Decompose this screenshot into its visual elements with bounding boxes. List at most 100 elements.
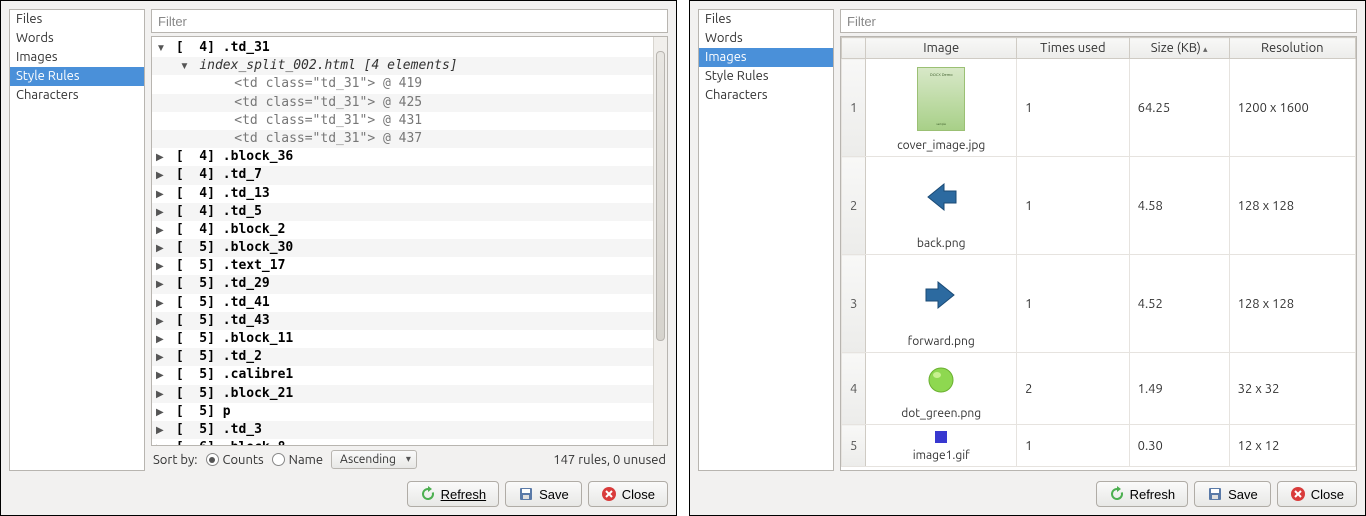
- tree-row[interactable]: ▶ [ 4] .block_36: [152, 148, 667, 166]
- table-row[interactable]: 5 image1.gif 10.3012 x 12: [842, 425, 1356, 467]
- rules-status: 147 rules, 0 unused: [553, 453, 666, 467]
- tree-row[interactable]: <td class="td_31"> @ 419: [152, 75, 667, 93]
- tree-row[interactable]: ▶ [ 5] .text_17: [152, 257, 667, 275]
- sidebar-item-files[interactable]: Files: [699, 10, 833, 29]
- tree-row[interactable]: ▼ index_split_002.html [4 elements]: [152, 57, 667, 75]
- close-button[interactable]: Close: [1277, 481, 1357, 507]
- cell-size: 0.30: [1129, 425, 1229, 467]
- image-filename: image1.gif: [913, 449, 970, 462]
- sidebar-item-style-rules[interactable]: Style Rules: [10, 67, 144, 86]
- tree-row[interactable]: <td class="td_31"> @ 425: [152, 94, 667, 112]
- save-icon: [1207, 486, 1223, 502]
- column-header[interactable]: Size (KB): [1129, 38, 1229, 59]
- save-button[interactable]: Save: [505, 481, 582, 507]
- column-header[interactable]: Times used: [1017, 38, 1130, 59]
- tree-row[interactable]: ▶ [ 5] .block_30: [152, 239, 667, 257]
- tree-row[interactable]: ▶ [ 5] p: [152, 403, 667, 421]
- tree-row[interactable]: ▶ [ 5] .block_11: [152, 330, 667, 348]
- sidebar-item-words[interactable]: Words: [10, 29, 144, 48]
- cell-size: 64.25: [1129, 59, 1229, 157]
- cell-times: 1: [1017, 59, 1130, 157]
- tree-row[interactable]: <td class="td_31"> @ 437: [152, 130, 667, 148]
- filter-input[interactable]: [840, 9, 1357, 33]
- radio-dot-icon: [272, 453, 285, 466]
- tree-row[interactable]: ▶ [ 5] .calibre1: [152, 366, 667, 384]
- left-main: ▼ [ 4] .td_31 ▼ index_split_002.html [4 …: [151, 9, 668, 471]
- cell-res: 32 x 32: [1229, 353, 1355, 425]
- sort-counts-radio[interactable]: Counts: [206, 453, 264, 467]
- sidebar-item-files[interactable]: Files: [10, 10, 144, 29]
- refresh-button[interactable]: Refresh: [1096, 481, 1189, 507]
- sort-by-label: Sort by:: [153, 453, 198, 467]
- cell-times: 1: [1017, 157, 1130, 255]
- cell-size: 4.58: [1129, 157, 1229, 255]
- left-sidebar: FilesWordsImagesStyle RulesCharacters: [9, 9, 145, 471]
- images-table: ImageTimes usedSize (KB)Resolution 1DOCX…: [841, 37, 1356, 467]
- image-cell: dot_green.png: [866, 353, 1017, 425]
- tree-row[interactable]: ▶ [ 5] .td_41: [152, 294, 667, 312]
- tree-row[interactable]: ▶ [ 6] .block_8: [152, 439, 667, 446]
- tree-row[interactable]: ▶ [ 5] .block_21: [152, 385, 667, 403]
- column-header[interactable]: Image: [866, 38, 1017, 59]
- column-header[interactable]: Resolution: [1229, 38, 1355, 59]
- table-row[interactable]: 4dot_green.png21.4932 x 32: [842, 353, 1356, 425]
- sidebar-item-images[interactable]: Images: [699, 48, 833, 67]
- sort-name-label: Name: [289, 453, 323, 467]
- radio-dot-icon: [206, 453, 219, 466]
- sort-name-radio[interactable]: Name: [272, 453, 323, 467]
- image-cell: forward.png: [866, 255, 1017, 353]
- close-icon: [1290, 486, 1306, 502]
- row-number: 1: [842, 59, 866, 157]
- tree-row[interactable]: ▶ [ 4] .td_7: [152, 166, 667, 184]
- scrollbar[interactable]: [653, 37, 667, 445]
- right-panel-body: FilesWordsImagesStyle RulesCharacters Im…: [690, 1, 1365, 475]
- right-footer: Refresh Save Close: [690, 475, 1365, 515]
- table-row[interactable]: 3forward.png14.52128 x 128: [842, 255, 1356, 353]
- tree-row[interactable]: ▶ [ 5] .td_43: [152, 312, 667, 330]
- tree-row[interactable]: ▶ [ 4] .block_2: [152, 221, 667, 239]
- cell-size: 4.52: [1129, 255, 1229, 353]
- row-number: 2: [842, 157, 866, 255]
- tree-row[interactable]: ▶ [ 4] .td_13: [152, 185, 667, 203]
- images-table-wrap[interactable]: ImageTimes usedSize (KB)Resolution 1DOCX…: [840, 36, 1357, 471]
- image-cell: DOCX Demosamplecover_image.jpg: [866, 59, 1017, 157]
- left-panel: FilesWordsImagesStyle RulesCharacters ▼ …: [0, 0, 677, 516]
- sidebar-item-images[interactable]: Images: [10, 48, 144, 67]
- image-thumbnail: [911, 161, 971, 233]
- sidebar-item-characters[interactable]: Characters: [699, 86, 833, 105]
- sort-direction-dropdown[interactable]: Ascending: [331, 450, 417, 469]
- table-row[interactable]: 1DOCX Demosamplecover_image.jpg164.25120…: [842, 59, 1356, 157]
- cell-times: 2: [1017, 353, 1130, 425]
- refresh-button[interactable]: Refresh: [407, 481, 500, 507]
- cell-size: 1.49: [1129, 353, 1229, 425]
- image-cell: back.png: [866, 157, 1017, 255]
- row-number: 5: [842, 425, 866, 467]
- close-icon: [601, 486, 617, 502]
- left-footer: Refresh Save Close: [1, 475, 676, 515]
- tree-row[interactable]: ▶ [ 5] .td_2: [152, 348, 667, 366]
- filter-input[interactable]: [151, 9, 668, 33]
- style-rules-tree[interactable]: ▼ [ 4] .td_31 ▼ index_split_002.html [4 …: [151, 36, 668, 446]
- cell-times: 1: [1017, 255, 1130, 353]
- tree-row[interactable]: <td class="td_31"> @ 431: [152, 112, 667, 130]
- sidebar-item-style-rules[interactable]: Style Rules: [699, 67, 833, 86]
- image-thumbnail: [911, 259, 971, 331]
- table-corner: [842, 38, 866, 59]
- close-button[interactable]: Close: [588, 481, 668, 507]
- tree-row[interactable]: ▶ [ 5] .td_29: [152, 275, 667, 293]
- save-button[interactable]: Save: [1194, 481, 1271, 507]
- image-thumbnail: [911, 357, 971, 403]
- tree-row[interactable]: ▶ [ 5] .td_3: [152, 421, 667, 439]
- cell-times: 1: [1017, 425, 1130, 467]
- refresh-icon: [420, 486, 436, 502]
- left-panel-body: FilesWordsImagesStyle RulesCharacters ▼ …: [1, 1, 676, 475]
- refresh-icon: [1109, 486, 1125, 502]
- image-cell: image1.gif: [866, 425, 1017, 467]
- sidebar-item-characters[interactable]: Characters: [10, 86, 144, 105]
- tree-row[interactable]: ▶ [ 4] .td_5: [152, 203, 667, 221]
- cell-res: 12 x 12: [1229, 425, 1355, 467]
- image-filename: cover_image.jpg: [897, 139, 985, 152]
- sidebar-item-words[interactable]: Words: [699, 29, 833, 48]
- table-row[interactable]: 2back.png14.58128 x 128: [842, 157, 1356, 255]
- tree-row[interactable]: ▼ [ 4] .td_31: [152, 39, 667, 57]
